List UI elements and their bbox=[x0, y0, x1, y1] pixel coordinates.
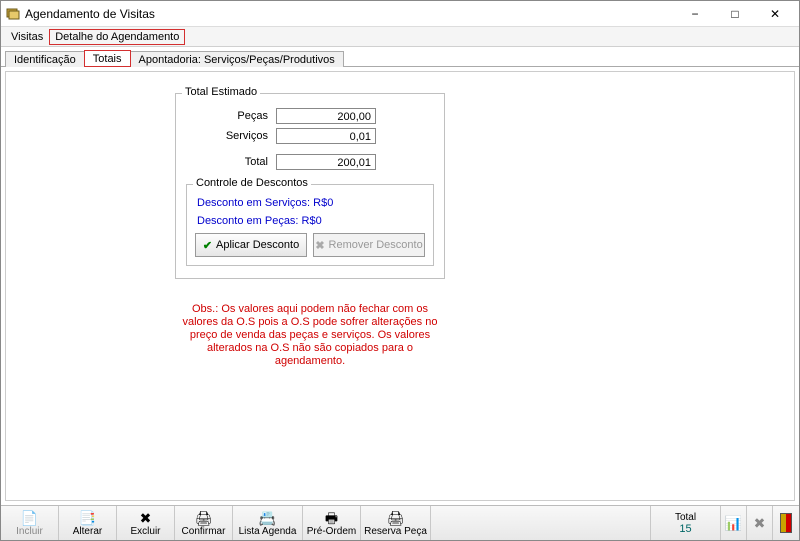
obs-text: Obs.: Os valores aqui podem não fechar c… bbox=[175, 303, 445, 368]
controle-descontos-title: Controle de Descontos bbox=[193, 177, 311, 189]
aplicar-desconto-label: Aplicar Desconto bbox=[216, 239, 299, 251]
servicos-row: Serviços 0,01 bbox=[186, 128, 434, 144]
exit-icon bbox=[780, 513, 792, 533]
pecas-value: 200,00 bbox=[276, 108, 376, 124]
chart-icon: 📊 bbox=[725, 515, 742, 532]
reserva-peca-button[interactable]: 🖨 Reserva Peça bbox=[361, 506, 431, 540]
total-estimado-title: Total Estimado bbox=[182, 86, 260, 98]
menu-bar: Visitas Detalhe do Agendamento bbox=[1, 27, 799, 47]
desconto-servicos-text: Desconto em Serviços: R$0 bbox=[197, 197, 425, 209]
total-label: Total bbox=[186, 156, 276, 168]
window-title: Agendamento de Visitas bbox=[25, 7, 675, 21]
lista-agenda-button[interactable]: 📇 Lista Agenda bbox=[233, 506, 303, 540]
delete-icon: ✖ bbox=[140, 511, 152, 525]
pre-ordem-label: Pré-Ordem bbox=[307, 526, 356, 537]
menu-detalhe-agendamento[interactable]: Detalhe do Agendamento bbox=[49, 29, 185, 45]
menu-visitas[interactable]: Visitas bbox=[5, 29, 49, 45]
x-icon: ✖ bbox=[315, 239, 324, 252]
excluir-button[interactable]: ✖ Excluir bbox=[117, 506, 175, 540]
servicos-value: 0,01 bbox=[276, 128, 376, 144]
app-icon bbox=[5, 6, 21, 22]
print-icon: 🖶 bbox=[325, 511, 338, 525]
tab-totais[interactable]: Totais bbox=[84, 50, 131, 67]
bottom-toolbar: 📄 Incluir 📑 Alterar ✖ Excluir 🖨 Confirma… bbox=[1, 505, 799, 540]
pecas-row: Peças 200,00 bbox=[186, 108, 434, 124]
confirmar-label: Confirmar bbox=[182, 526, 226, 537]
remover-desconto-label: Remover Desconto bbox=[329, 239, 423, 251]
chart-button[interactable]: 📊 bbox=[721, 506, 747, 540]
remover-desconto-button: ✖ Remover Desconto bbox=[313, 233, 425, 257]
incluir-label: Incluir bbox=[16, 526, 43, 537]
reserva-peca-label: Reserva Peça bbox=[364, 526, 427, 537]
check-icon: ✔ bbox=[203, 239, 212, 252]
pecas-label: Peças bbox=[186, 110, 276, 122]
minimize-button[interactable]: − bbox=[675, 3, 715, 25]
title-bar: Agendamento de Visitas − □ ✕ bbox=[1, 1, 799, 27]
toolbar-spacer bbox=[431, 506, 651, 540]
printer2-icon: 🖨 bbox=[387, 511, 405, 525]
confirmar-button[interactable]: 🖨 Confirmar bbox=[175, 506, 233, 540]
aplicar-desconto-button[interactable]: ✔ Aplicar Desconto bbox=[195, 233, 307, 257]
content-area: Total Estimado Peças 200,00 Serviços 0,0… bbox=[1, 67, 799, 505]
toolbar-total-box: Total 15 bbox=[651, 506, 721, 540]
alterar-button[interactable]: 📑 Alterar bbox=[59, 506, 117, 540]
total-row: Total 200,01 bbox=[186, 154, 434, 170]
servicos-label: Serviços bbox=[186, 130, 276, 142]
total-estimado-group: Total Estimado Peças 200,00 Serviços 0,0… bbox=[175, 93, 445, 279]
alterar-label: Alterar bbox=[73, 526, 102, 537]
desconto-buttons-row: ✔ Aplicar Desconto ✖ Remover Desconto bbox=[195, 233, 425, 257]
cancel-small-button[interactable]: ✖ bbox=[747, 506, 773, 540]
controle-descontos-group: Controle de Descontos Desconto em Serviç… bbox=[186, 184, 434, 266]
total-value: 200,01 bbox=[276, 154, 376, 170]
agenda-icon: 📇 bbox=[259, 511, 276, 525]
tab-bar: Identificação Totais Apontadoria: Serviç… bbox=[1, 47, 799, 67]
printer-icon: 🖨 bbox=[195, 511, 213, 525]
incluir-button: 📄 Incluir bbox=[1, 506, 59, 540]
exit-button[interactable] bbox=[773, 506, 799, 540]
toolbar-total-label: Total bbox=[675, 512, 696, 523]
desconto-pecas-text: Desconto em Peças: R$0 bbox=[197, 215, 425, 227]
window-controls: − □ ✕ bbox=[675, 3, 795, 25]
close-button[interactable]: ✕ bbox=[755, 3, 795, 25]
document-new-icon: 📄 bbox=[21, 511, 38, 525]
excluir-label: Excluir bbox=[130, 526, 160, 537]
lista-agenda-label: Lista Agenda bbox=[239, 526, 297, 537]
maximize-button[interactable]: □ bbox=[715, 3, 755, 25]
document-edit-icon: 📑 bbox=[79, 511, 96, 525]
pre-ordem-button[interactable]: 🖶 Pré-Ordem bbox=[303, 506, 361, 540]
toolbar-total-value: 15 bbox=[679, 523, 691, 535]
tab-apontadoria[interactable]: Apontadoria: Serviços/Peças/Produtivos bbox=[130, 51, 344, 67]
cancel-icon: ✖ bbox=[754, 515, 766, 532]
tab-identificacao[interactable]: Identificação bbox=[5, 51, 85, 67]
